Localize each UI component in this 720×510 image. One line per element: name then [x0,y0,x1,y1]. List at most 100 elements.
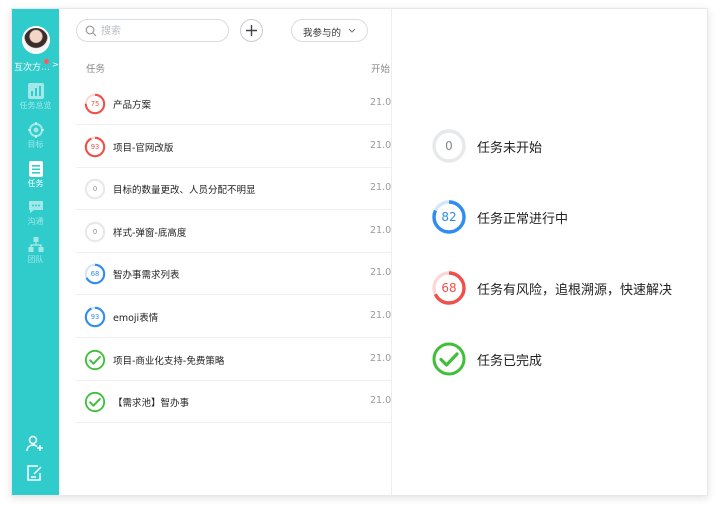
task-title[interactable]: 智办事需求列表 [113,267,180,281]
column-header-start: 开始 [371,64,391,75]
legend-label: 任务正常进行中 [477,212,569,227]
table-row[interactable]: 68 智办事需求列表 21.0 [76,252,391,296]
progress-ring-not-started: 0 [432,129,466,163]
column-header-task: 任务 [86,64,106,75]
participation-filter-dropdown[interactable]: 我参与的 [291,19,368,42]
plus-icon [246,25,257,36]
task-list-icon [28,161,43,177]
row-progress: 68 [84,263,106,285]
progress-value: 68 [441,281,456,295]
task-start-date: 21.0 [370,139,391,151]
nav-label: 目标 [27,140,44,149]
search-box[interactable] [76,19,229,42]
progress-ring-risk: 75 [84,93,106,115]
nav-item-overview[interactable]: 任务总览 [12,83,59,111]
table-row[interactable]: 0 样式-弹窗-底高度 21.0 [76,210,391,253]
progress-ring-done [84,349,106,370]
row-progress: 93 [84,306,106,328]
status-legend-panel: 0 任务未开始 82 任务正常进行中 68 任务有风险，追根溯源，快速解决 任务已完成 [391,9,707,495]
task-start-date: 21.0 [370,267,391,279]
legend-progress: 82 [431,199,467,235]
notification-dot [44,59,49,64]
filter-label: 我参与的 [303,28,342,39]
row-progress: 75 [84,93,106,115]
progress-value: 75 [91,100,100,108]
legend-item-not-started: 0 任务未开始 [431,126,701,166]
bar-chart-icon [27,83,44,99]
task-title[interactable]: 样式-弹窗-底高度 [113,225,186,239]
table-row[interactable]: 【需求池】智办事 21.0 [76,380,391,424]
search-icon [85,25,97,37]
nav-label: 任务 [27,179,44,188]
task-title[interactable]: 【需求池】智办事 [113,395,189,409]
task-start-date: 21.0 [370,97,391,108]
task-start-date: 21.0 [370,182,391,194]
task-title[interactable]: 产品方案 [113,97,151,111]
legend-progress: 68 [431,270,467,306]
progress-ring-normal: 93 [84,306,106,328]
progress-value: 93 [91,143,100,151]
search-input[interactable] [101,23,221,39]
progress-ring-risk: 68 [432,271,466,305]
progress-value: 82 [441,210,456,224]
avatar[interactable] [22,26,50,54]
progress-ring-done [432,342,466,376]
table-row[interactable]: 0 目标的数量更改、人员分配不明显 21.0 [76,167,391,211]
progress-value: 68 [91,270,100,278]
legend-label: 任务已完成 [477,354,543,369]
task-title[interactable]: 项目-官网改版 [113,140,173,154]
nav-label: 沟通 [27,217,44,226]
add-person-icon[interactable] [26,435,44,453]
progress-value: 0 [93,228,97,236]
check-icon [89,355,101,365]
legend-progress: 0 [431,128,467,164]
add-task-button[interactable] [240,19,263,42]
progress-ring-normal: 82 [432,200,466,234]
table-row[interactable]: 93 项目-官网改版 21.0 [76,125,391,168]
check-icon [89,398,101,407]
team-icon [28,237,43,252]
table-row[interactable]: 93 emoji表情 21.0 [76,295,391,338]
nav-item-tasks[interactable]: 任务 [12,161,59,189]
row-progress [84,391,106,413]
chevron-right-icon[interactable]: > [52,60,59,69]
nav-label: 团队 [27,255,44,264]
legend-item-done: 任务已完成 [431,339,701,379]
progress-ring-risk: 93 [84,136,106,157]
task-title[interactable]: 项目-商业化支持-免费策略 [113,353,224,367]
nav-item-target[interactable]: 目标 [12,122,59,150]
row-progress: 0 [84,178,106,200]
nav-item-chat[interactable]: 沟通 [12,199,59,227]
progress-ring-done [84,392,106,413]
app-window: 互次方… > 任务总览 目标 任务 沟通 团队 搜索 我参与的 任务 开始 75… [11,8,708,496]
edit-note-icon[interactable] [26,464,44,482]
task-title[interactable]: emoji表情 [113,310,158,324]
task-title[interactable]: 目标的数量更改、人员分配不明显 [113,182,256,196]
legend-progress [431,341,467,377]
row-progress: 0 [84,221,106,243]
progress-value: 0 [93,185,97,193]
row-progress: 93 [84,136,106,158]
progress-value: 93 [91,313,100,321]
chat-icon [28,201,43,213]
task-start-date: 21.0 [370,224,391,236]
progress-ring-normal: 68 [84,264,106,285]
nav-item-team[interactable]: 团队 [12,237,59,265]
legend-label: 任务有风险，追根溯源，快速解决 [477,283,673,298]
progress-value: 0 [445,139,453,153]
task-list-panel: 我参与的 任务 开始 75 产品方案 21.0 93 项目-官网改版 21.0 0 目标的数量… [59,9,391,495]
target-icon [27,122,44,138]
table-row[interactable]: 75 产品方案 21.0 [76,82,391,125]
chevron-down-icon [348,28,356,33]
progress-ring-not-started: 0 [84,178,106,200]
row-progress [84,349,106,371]
task-start-date: 21.0 [370,395,391,407]
table-row[interactable]: 项目-商业化支持-免费策略 21.0 [76,338,391,381]
sidebar: 互次方… > 任务总览 目标 任务 沟通 团队 [12,9,59,495]
legend-item-risk: 68 任务有风险，追根溯源，快速解决 [431,268,701,308]
nav-label: 任务总览 [19,101,52,110]
progress-ring-not-started: 0 [84,221,106,243]
legend-item-normal: 82 任务正常进行中 [431,197,701,237]
legend-label: 任务未开始 [477,141,543,156]
task-start-date: 21.0 [370,310,391,321]
